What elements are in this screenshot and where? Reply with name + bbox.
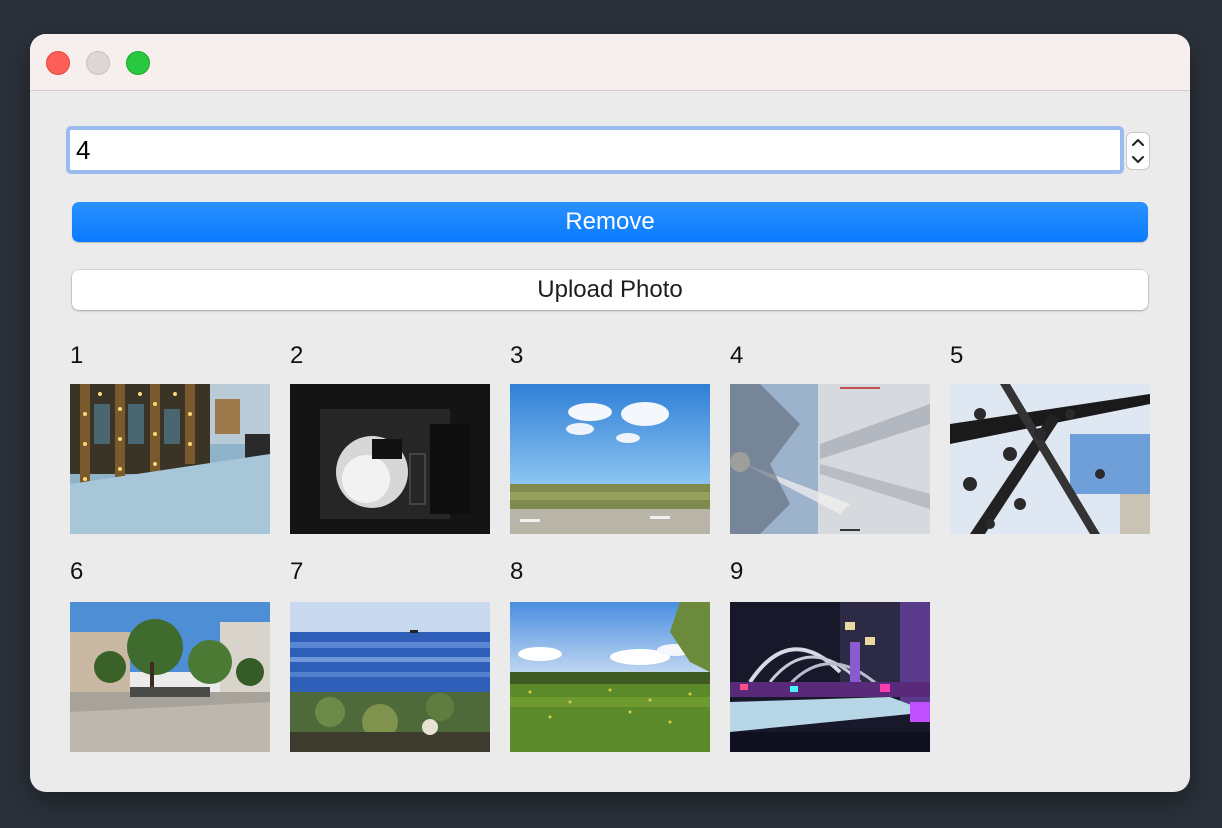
photo-number-label: 1 bbox=[70, 342, 84, 369]
chevron-down-icon bbox=[1132, 156, 1144, 163]
decrement-button[interactable] bbox=[1127, 151, 1149, 169]
photo-thumbnail[interactable] bbox=[290, 602, 490, 752]
photo-thumbnail[interactable] bbox=[290, 384, 490, 534]
maximize-window-button[interactable] bbox=[126, 51, 150, 75]
chevron-up-icon bbox=[1132, 139, 1144, 146]
photo-thumbnail[interactable] bbox=[70, 384, 270, 534]
photo-number-label: 5 bbox=[950, 342, 964, 369]
photo-number-label: 6 bbox=[70, 558, 84, 585]
minimize-window-button[interactable] bbox=[86, 51, 110, 75]
photo-thumbnail[interactable] bbox=[70, 602, 270, 752]
photo-number-label: 8 bbox=[510, 558, 524, 585]
increment-button[interactable] bbox=[1127, 133, 1149, 151]
upload-photo-button[interactable]: Upload Photo bbox=[72, 270, 1148, 310]
photo-number-label: 9 bbox=[730, 558, 744, 585]
photo-index-spinbox bbox=[66, 126, 1152, 174]
photo-number-label: 3 bbox=[510, 342, 524, 369]
close-window-button[interactable] bbox=[46, 51, 70, 75]
photo-thumbnail[interactable] bbox=[730, 384, 930, 534]
photo-number-label: 7 bbox=[290, 558, 304, 585]
photo-thumbnail[interactable] bbox=[510, 384, 710, 534]
photo-number-label: 2 bbox=[290, 342, 304, 369]
app-window: Remove Upload Photo 1 bbox=[30, 34, 1190, 792]
remove-button[interactable]: Remove bbox=[72, 202, 1148, 242]
photo-thumbnail[interactable] bbox=[730, 602, 930, 752]
spinbox-stepper[interactable] bbox=[1126, 132, 1150, 170]
photo-thumbnail[interactable] bbox=[950, 384, 1150, 534]
title-bar bbox=[30, 34, 1190, 91]
photo-number-label: 4 bbox=[730, 342, 744, 369]
photo-thumbnail[interactable] bbox=[510, 602, 710, 752]
photo-index-input[interactable] bbox=[66, 126, 1124, 174]
